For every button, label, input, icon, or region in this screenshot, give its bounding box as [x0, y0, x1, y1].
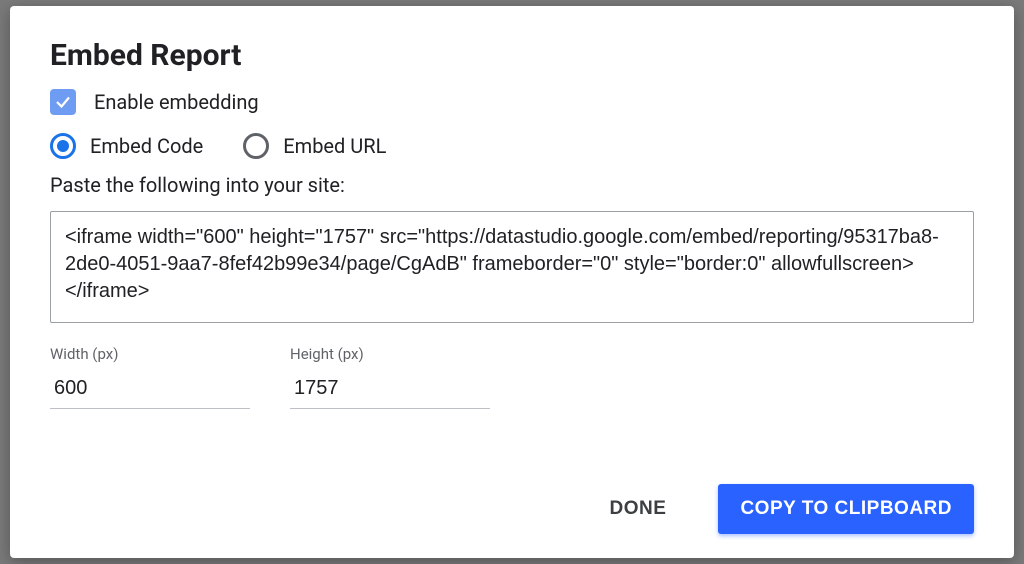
- radio-embed-code[interactable]: Embed Code: [50, 133, 203, 159]
- enable-embedding-row: Enable embedding: [50, 89, 974, 115]
- embed-mode-radio-group: Embed Code Embed URL: [50, 133, 974, 159]
- radio-icon: [50, 133, 76, 159]
- enable-embedding-checkbox[interactable]: [50, 89, 76, 115]
- copy-to-clipboard-button[interactable]: COPY TO CLIPBOARD: [718, 484, 974, 534]
- radio-icon: [243, 133, 269, 159]
- width-label: Width (px): [50, 345, 250, 363]
- width-field: Width (px): [50, 345, 250, 409]
- radio-dot-icon: [57, 140, 69, 152]
- paste-instruction: Paste the following into your site:: [50, 173, 974, 197]
- dialog-title: Embed Report: [50, 38, 974, 73]
- height-input[interactable]: [290, 373, 490, 409]
- height-label: Height (px): [290, 345, 490, 363]
- dimensions-row: Width (px) Height (px): [50, 345, 974, 409]
- enable-embedding-label: Enable embedding: [94, 90, 259, 114]
- width-input[interactable]: [50, 373, 250, 409]
- embed-report-dialog: Embed Report Enable embedding Embed Code…: [10, 6, 1014, 558]
- embed-code-textarea[interactable]: [50, 211, 974, 323]
- radio-embed-url[interactable]: Embed URL: [243, 133, 386, 159]
- radio-embed-code-label: Embed Code: [90, 134, 203, 158]
- radio-embed-url-label: Embed URL: [283, 134, 386, 158]
- dialog-actions: DONE COPY TO CLIPBOARD: [50, 464, 974, 534]
- done-button[interactable]: DONE: [606, 488, 671, 530]
- height-field: Height (px): [290, 345, 490, 409]
- check-icon: [54, 93, 72, 111]
